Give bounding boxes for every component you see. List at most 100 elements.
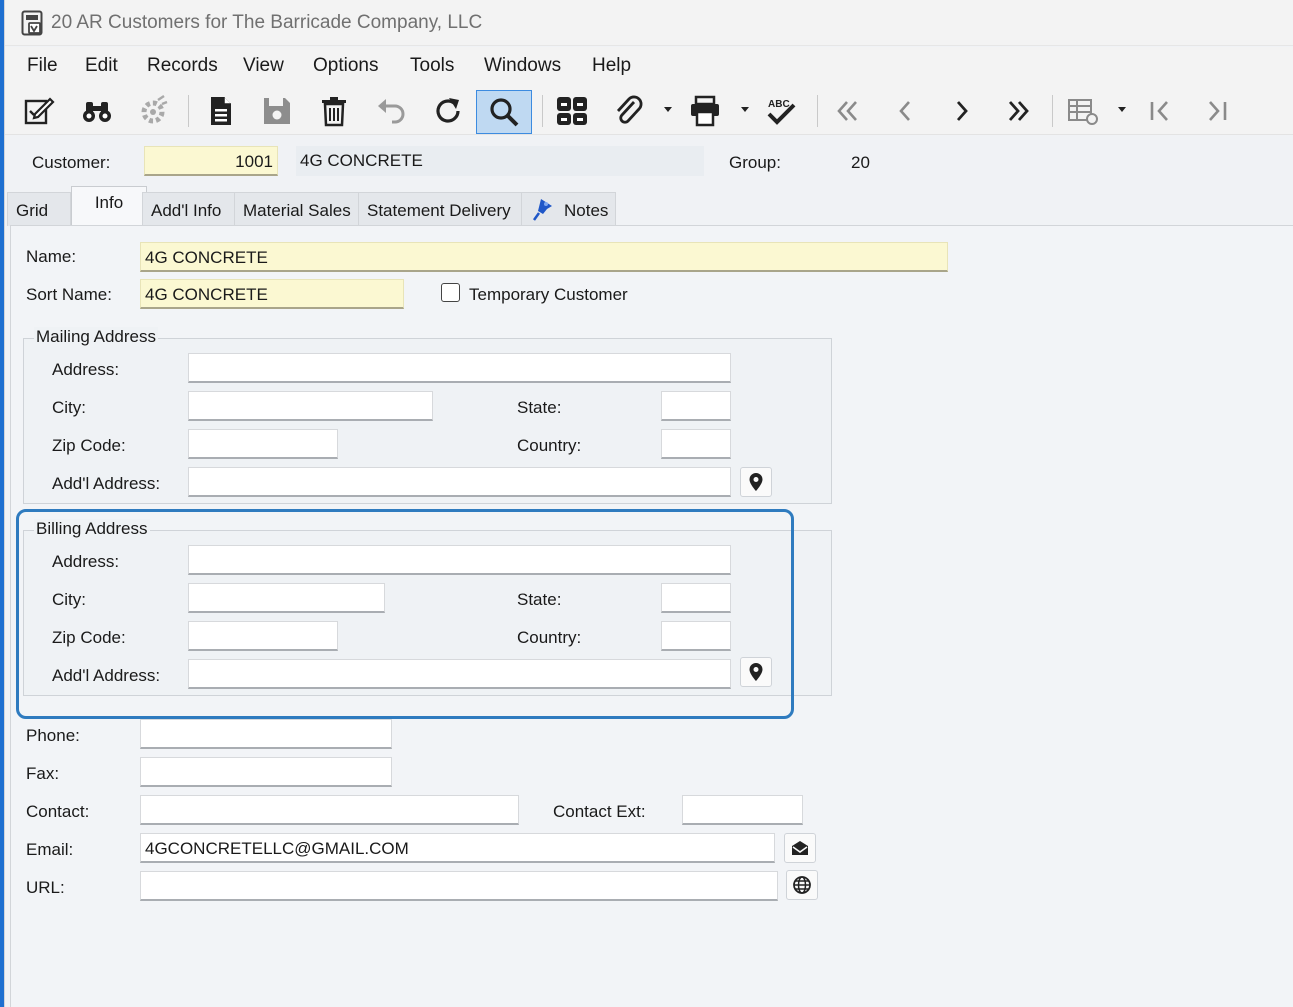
globe-icon — [793, 876, 811, 894]
next-icon[interactable] — [942, 91, 982, 131]
billing-address-field[interactable] — [188, 545, 731, 575]
billing-map-pin-button[interactable] — [740, 657, 772, 687]
mailing-addl-address-label: Add'l Address: — [52, 474, 161, 493]
tab-statement-delivery[interactable]: Statement Delivery — [358, 192, 523, 226]
first-page-icon[interactable] — [827, 91, 867, 131]
menu-records[interactable]: Records — [147, 55, 218, 77]
undo-icon[interactable] — [371, 91, 411, 131]
spellcheck-icon[interactable]: ABC — [761, 91, 801, 131]
billing-city-field[interactable] — [188, 583, 385, 613]
menu-file[interactable]: File — [27, 55, 58, 77]
grid-settings-dropdown-caret[interactable] — [1118, 107, 1126, 112]
save-icon[interactable] — [257, 91, 297, 131]
contact-field[interactable] — [140, 795, 519, 825]
sort-name-label: Sort Name: — [26, 285, 112, 304]
fax-field[interactable] — [140, 757, 392, 787]
tab-notes[interactable]: Notes — [521, 192, 616, 226]
window-border — [4, 0, 5, 1007]
mailing-addl-address-field[interactable] — [188, 467, 731, 497]
customer-name-display: 4G CONCRETE — [296, 146, 704, 176]
group-label: Group: — [729, 153, 781, 172]
menu-windows[interactable]: Windows — [484, 55, 561, 77]
title-bar: 20 AR Customers for The Barricade Compan… — [5, 0, 1293, 46]
last-page-icon[interactable] — [999, 91, 1039, 131]
temporary-customer-label: Temporary Customer — [469, 285, 628, 304]
name-label: Name: — [26, 247, 77, 266]
new-document-icon[interactable] — [201, 91, 241, 131]
contact-ext-label: Contact Ext: — [553, 802, 646, 821]
mailing-address-field[interactable] — [188, 353, 731, 383]
map-pin-icon — [749, 663, 763, 681]
delete-icon[interactable] — [314, 91, 354, 131]
menu-help[interactable]: Help — [592, 55, 631, 77]
name-field[interactable]: 4G CONCRETE — [140, 242, 948, 272]
open-url-button[interactable] — [786, 870, 818, 900]
phone-field[interactable] — [140, 719, 392, 749]
contact-ext-field[interactable] — [682, 795, 803, 825]
pushpin-icon — [532, 199, 552, 221]
prev-icon[interactable] — [885, 91, 925, 131]
contact-label: Contact: — [26, 802, 90, 821]
mailing-state-label: State: — [517, 398, 562, 417]
last-record-icon[interactable] — [1197, 91, 1237, 131]
envelope-icon — [792, 841, 808, 855]
mailing-zip-field[interactable] — [188, 429, 338, 459]
phone-label: Phone: — [26, 726, 80, 745]
binoculars-icon[interactable] — [77, 91, 117, 131]
tab-notes-label: Notes — [564, 201, 609, 220]
customer-label: Customer: — [32, 153, 111, 172]
attach-dropdown-caret[interactable] — [664, 107, 672, 112]
print-icon[interactable] — [685, 91, 725, 131]
menu-options[interactable]: Options — [313, 55, 378, 77]
toolbar: ABC — [5, 87, 1293, 135]
app-icon — [21, 10, 43, 36]
billing-address-title: Billing Address — [34, 519, 150, 539]
send-email-button[interactable] — [784, 833, 816, 863]
tab-addl-info[interactable]: Add'l Info — [142, 192, 236, 226]
menu-bar: File Edit Records View Options Tools Win… — [5, 47, 1293, 87]
first-record-icon[interactable] — [1140, 91, 1180, 131]
billing-country-label: Country: — [517, 628, 582, 647]
grid-settings-icon[interactable] — [1063, 91, 1103, 131]
email-label: Email: — [26, 840, 74, 859]
tab-strip: Grid Info Add'l Info Material Sales Stat… — [5, 186, 1293, 226]
email-field[interactable]: 4GCONCRETELLC@GMAIL.COM — [140, 833, 775, 863]
mailing-address-label: Address: — [52, 360, 120, 379]
menu-edit[interactable]: Edit — [85, 55, 118, 77]
refresh-icon[interactable] — [428, 91, 468, 131]
attach-icon[interactable] — [609, 91, 649, 131]
billing-addl-address-field[interactable] — [188, 659, 731, 689]
billing-zip-field[interactable] — [188, 621, 338, 651]
menu-tools[interactable]: Tools — [410, 55, 454, 77]
print-dropdown-caret[interactable] — [741, 107, 749, 112]
billing-zip-label: Zip Code: — [52, 628, 126, 647]
mailing-map-pin-button[interactable] — [740, 467, 772, 497]
billing-state-label: State: — [517, 590, 562, 609]
group-value: 20 — [851, 153, 870, 172]
toolbar-separator — [188, 95, 189, 127]
mailing-country-label: Country: — [517, 436, 582, 455]
billing-address-label: Address: — [52, 552, 120, 571]
edit-icon[interactable] — [19, 91, 59, 131]
toolbar-separator — [542, 95, 543, 127]
tab-grid[interactable]: Grid — [7, 192, 71, 226]
temporary-customer-checkbox[interactable] — [441, 283, 460, 302]
settings-bug-icon[interactable] — [133, 91, 173, 131]
billing-addl-address-label: Add'l Address: — [52, 666, 161, 685]
tab-material-sales[interactable]: Material Sales — [234, 192, 360, 226]
layout-icon[interactable] — [552, 91, 592, 131]
search-icon[interactable] — [476, 90, 532, 134]
billing-country-field[interactable] — [661, 621, 731, 651]
menu-view[interactable]: View — [243, 55, 284, 77]
sort-name-field[interactable]: 4G CONCRETE — [140, 279, 404, 309]
mailing-city-field[interactable] — [188, 391, 433, 421]
customer-number-field[interactable]: 1001 — [144, 146, 278, 176]
mailing-country-field[interactable] — [661, 429, 731, 459]
mailing-city-label: City: — [52, 398, 86, 417]
tab-info[interactable]: Info — [71, 186, 147, 226]
url-field[interactable] — [140, 871, 778, 901]
toolbar-separator — [817, 95, 818, 127]
mailing-state-field[interactable] — [661, 391, 731, 421]
mailing-zip-label: Zip Code: — [52, 436, 126, 455]
billing-state-field[interactable] — [661, 583, 731, 613]
